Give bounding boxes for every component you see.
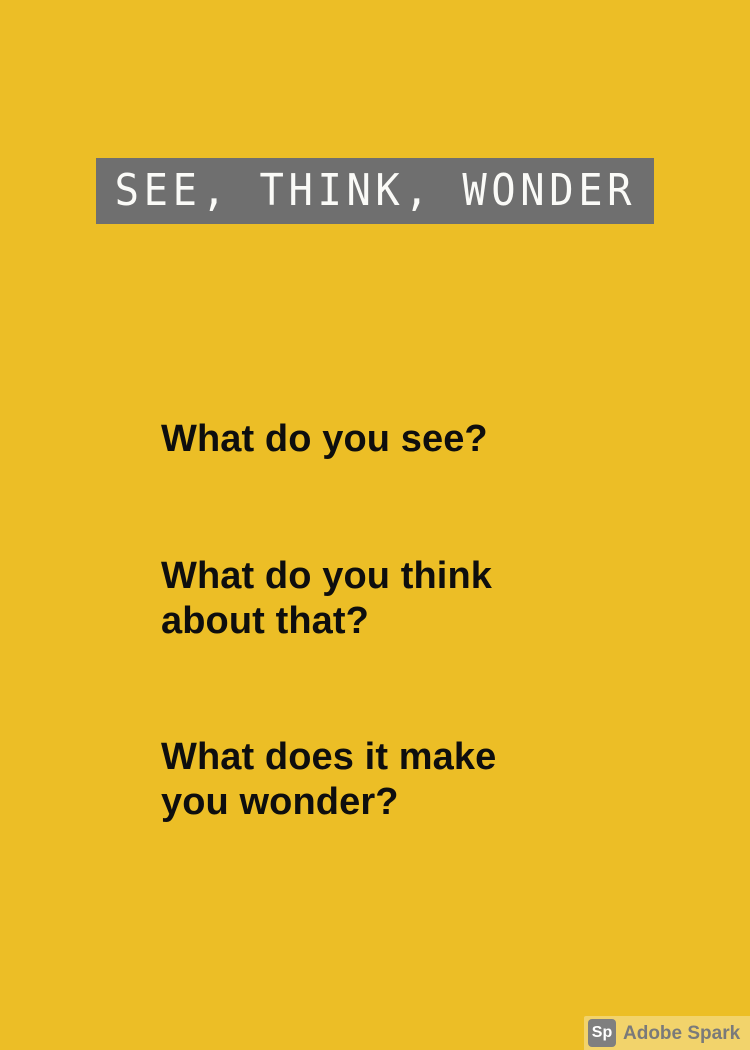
question-wonder-line-1: What does it make bbox=[161, 736, 497, 779]
adobe-spark-logo-icon: Sp bbox=[588, 1019, 616, 1047]
question-list: What do you see? What do you think about… bbox=[161, 417, 681, 825]
title-banner: SEE, THINK, WONDER bbox=[96, 158, 654, 224]
adobe-spark-watermark: Sp Adobe Spark bbox=[584, 1016, 750, 1050]
question-wonder: What does it make you wonder? bbox=[161, 735, 681, 825]
page-title: SEE, THINK, WONDER bbox=[114, 165, 636, 216]
question-think-line-2: about that? bbox=[161, 599, 369, 642]
question-think-line-1: What do you think bbox=[161, 554, 492, 597]
adobe-spark-label: Adobe Spark bbox=[623, 1022, 741, 1044]
question-think: What do you think about that? bbox=[161, 554, 681, 644]
question-see: What do you see? bbox=[161, 418, 488, 460]
question-wonder-line-2: you wonder? bbox=[161, 781, 399, 824]
